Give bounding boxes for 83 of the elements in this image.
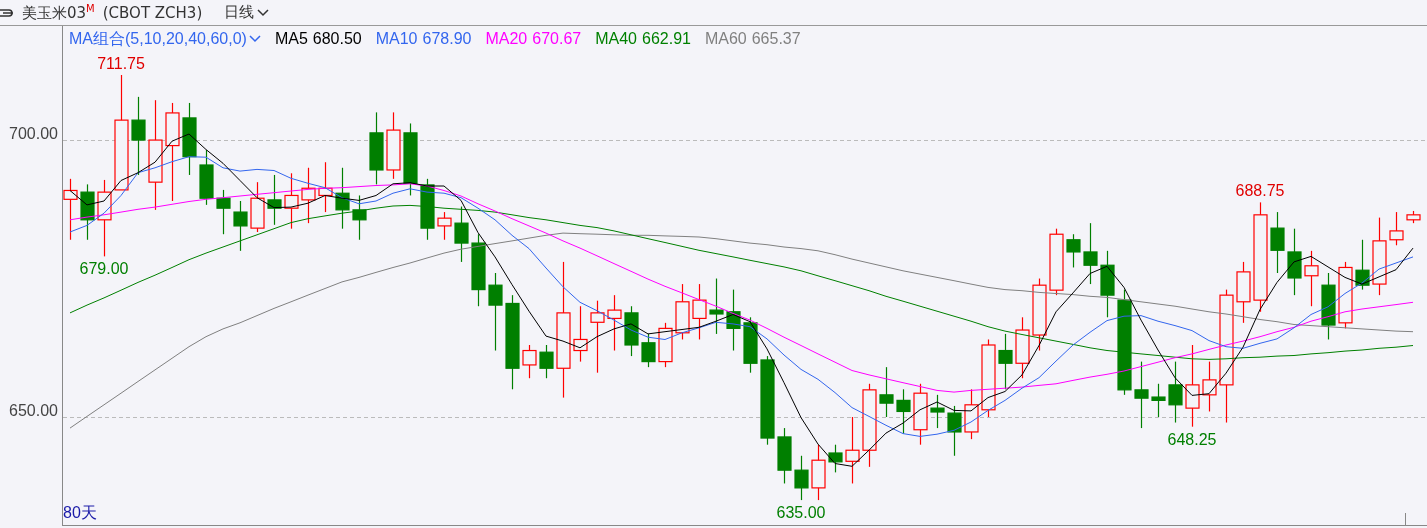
candlestick [726, 289, 741, 352]
series-name: MA60 [704, 30, 747, 48]
candlestick [709, 277, 724, 335]
candlestick [675, 283, 690, 341]
candlestick [437, 211, 452, 241]
candlestick [1236, 261, 1251, 324]
instrument-code: (CBOT ZCH3) [102, 3, 203, 22]
candlestick [199, 149, 214, 206]
candlestick [1287, 228, 1302, 296]
candlestick [1304, 250, 1319, 307]
candlestick [641, 333, 656, 368]
candlestick [539, 344, 554, 379]
candlestick [947, 405, 962, 457]
series-name: MA20 [485, 30, 528, 48]
candlestick [284, 172, 299, 230]
series-value: 665.37 [751, 30, 801, 48]
price-label: 711.75 [97, 55, 145, 72]
candlestick [1049, 228, 1064, 296]
candlestick [913, 383, 928, 446]
candlestick [216, 189, 231, 235]
candlestick [250, 181, 265, 233]
candlestick [1134, 361, 1149, 429]
period-label: 80天 [63, 504, 97, 521]
candlestick [386, 111, 401, 180]
candlestick [1015, 316, 1030, 379]
price-label: 635.00 [776, 504, 826, 522]
candlestick [1168, 361, 1183, 424]
candlestick [522, 344, 537, 379]
candlestick [692, 283, 707, 341]
candlestick [63, 178, 78, 241]
price-label: 648.25 [1167, 430, 1217, 448]
candlestick [607, 294, 622, 352]
candlestick [964, 388, 979, 440]
candlestick [1355, 239, 1370, 291]
candlestick [454, 205, 469, 263]
candlestick [1338, 261, 1353, 329]
candlestick [811, 444, 826, 501]
candlestick [777, 427, 792, 485]
candlestick [624, 305, 639, 357]
candlestick [845, 416, 860, 485]
candlestick [301, 167, 316, 224]
candlestick [1406, 210, 1421, 224]
series-value: 680.50 [312, 30, 362, 48]
candlestick [1100, 250, 1115, 318]
series-name: MA10 [375, 30, 418, 48]
candlestick [352, 194, 367, 241]
candlestick [1151, 383, 1166, 418]
candlestick [267, 174, 282, 226]
period-dropdown[interactable]: 日线 [224, 3, 270, 22]
candlestick [930, 394, 945, 429]
candlestick [828, 444, 843, 473]
candlestick [896, 388, 911, 435]
candlestick [1270, 211, 1285, 274]
series-value: 670.67 [532, 30, 582, 48]
candlestick [573, 305, 588, 363]
candlestick [658, 322, 673, 368]
series-value: 678.90 [422, 30, 472, 48]
series-name: MA40 [595, 30, 637, 48]
series-value: 662.91 [642, 30, 691, 48]
candlestick [318, 161, 333, 213]
candlestick [879, 366, 894, 418]
candlestick [1321, 272, 1336, 341]
candlestick [420, 178, 435, 241]
candlestick [233, 200, 248, 252]
axis-label: 700.00 [9, 124, 58, 142]
price-label: 679.00 [79, 260, 129, 278]
price-label: 688.75 [1235, 182, 1285, 200]
candlestick [1083, 222, 1098, 285]
candlestick [1066, 233, 1081, 269]
candlestick [998, 333, 1013, 390]
candlestick [794, 455, 809, 501]
link-icon[interactable] [0, 7, 14, 18]
instrument-title: 美玉米03$^{M}$ [22, 2, 95, 23]
candlestick [743, 316, 758, 374]
axis-label: 650.00 [9, 401, 58, 419]
chevron-icon[interactable] [248, 35, 261, 43]
candlestick [80, 183, 95, 241]
candlestick [335, 167, 350, 230]
candlestick [1389, 211, 1404, 246]
ma-combo-selector[interactable]: MA组合(5,10,20,40,60,0) [69, 28, 247, 50]
candlestick [1202, 361, 1217, 413]
series-name: MA5 [274, 30, 308, 48]
chevron-icon [257, 8, 270, 17]
